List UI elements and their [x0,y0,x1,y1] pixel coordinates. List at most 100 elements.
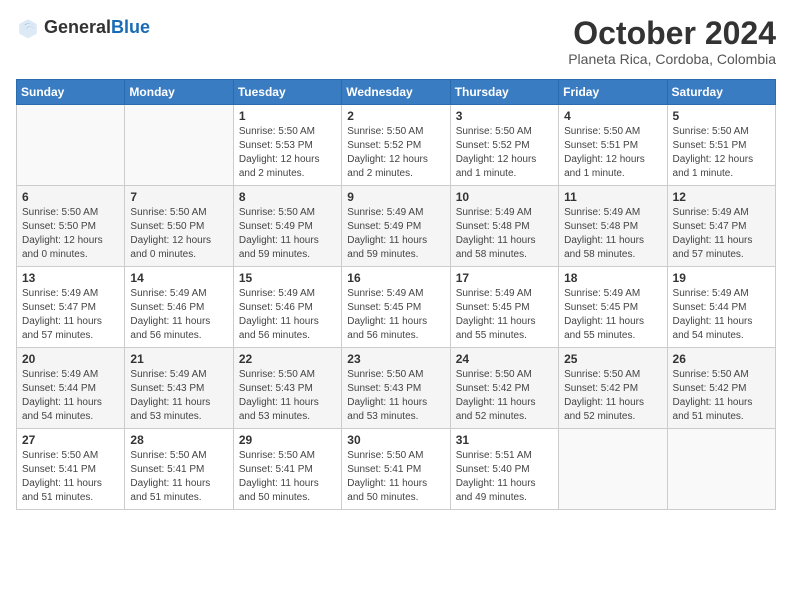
day-number: 2 [347,109,444,123]
day-number: 30 [347,433,444,447]
calendar-header: SundayMondayTuesdayWednesdayThursdayFrid… [17,80,776,105]
day-number: 27 [22,433,119,447]
day-number: 13 [22,271,119,285]
day-number: 6 [22,190,119,204]
header-cell-friday: Friday [559,80,667,105]
logo-text: General Blue [44,18,150,38]
day-info: Sunrise: 5:50 AM Sunset: 5:42 PM Dayligh… [673,368,770,424]
day-cell: 17 Sunrise: 5:49 AM Sunset: 5:45 PM Dayli… [450,267,558,348]
title-block: October 2024 Planeta Rica, Cordoba, Colo… [568,16,776,67]
day-number: 31 [456,433,553,447]
day-info: Sunrise: 5:49 AM Sunset: 5:43 PM Dayligh… [130,368,227,424]
day-info: Sunrise: 5:50 AM Sunset: 5:52 PM Dayligh… [347,125,444,181]
day-number: 23 [347,352,444,366]
day-info: Sunrise: 5:50 AM Sunset: 5:50 PM Dayligh… [130,206,227,262]
day-info: Sunrise: 5:49 AM Sunset: 5:45 PM Dayligh… [456,287,553,343]
header-cell-wednesday: Wednesday [342,80,450,105]
header-cell-thursday: Thursday [450,80,558,105]
header-cell-saturday: Saturday [667,80,775,105]
day-info: Sunrise: 5:50 AM Sunset: 5:41 PM Dayligh… [22,449,119,505]
header-cell-monday: Monday [125,80,233,105]
day-cell: 29Sunrise: 5:50 AM Sunset: 5:41 PM Dayli… [233,429,341,510]
day-cell: 24 Sunrise: 5:50 AM Sunset: 5:42 PM Dayli… [450,348,558,429]
week-row-4: 20Sunrise: 5:49 AM Sunset: 5:44 PM Dayli… [17,348,776,429]
day-info: Sunrise: 5:49 AM Sunset: 5:48 PM Dayligh… [564,206,661,262]
logo-general: General [44,18,111,38]
day-info: Sunrise: 5:49 AM Sunset: 5:49 PM Dayligh… [347,206,444,262]
header-cell-sunday: Sunday [17,80,125,105]
day-info: Sunrise: 5:50 AM Sunset: 5:41 PM Dayligh… [130,449,227,505]
day-cell: 11 Sunrise: 5:49 AM Sunset: 5:48 PM Dayli… [559,186,667,267]
header-row: SundayMondayTuesdayWednesdayThursdayFrid… [17,80,776,105]
day-info: Sunrise: 5:49 AM Sunset: 5:45 PM Dayligh… [564,287,661,343]
calendar-body: 1 Sunrise: 5:50 AM Sunset: 5:53 PM Daylig… [17,105,776,510]
day-number: 24 [456,352,553,366]
page-subtitle: Planeta Rica, Cordoba, Colombia [568,51,776,67]
day-cell: 23 Sunrise: 5:50 AM Sunset: 5:43 PM Dayli… [342,348,450,429]
week-row-2: 6 Sunrise: 5:50 AM Sunset: 5:50 PM Daylig… [17,186,776,267]
day-number: 3 [456,109,553,123]
day-info: Sunrise: 5:49 AM Sunset: 5:44 PM Dayligh… [22,368,119,424]
day-info: Sunrise: 5:50 AM Sunset: 5:52 PM Dayligh… [456,125,553,181]
day-cell: 25 Sunrise: 5:50 AM Sunset: 5:42 PM Dayli… [559,348,667,429]
day-cell: 9 Sunrise: 5:49 AM Sunset: 5:49 PM Daylig… [342,186,450,267]
day-cell: 5Sunrise: 5:50 AM Sunset: 5:51 PM Daylig… [667,105,775,186]
day-cell: 18 Sunrise: 5:49 AM Sunset: 5:45 PM Dayli… [559,267,667,348]
day-cell: 7Sunrise: 5:50 AM Sunset: 5:50 PM Daylig… [125,186,233,267]
day-cell [17,105,125,186]
day-cell: 20Sunrise: 5:49 AM Sunset: 5:44 PM Dayli… [17,348,125,429]
day-cell: 6Sunrise: 5:50 AM Sunset: 5:50 PM Daylig… [17,186,125,267]
day-number: 12 [673,190,770,204]
day-info: Sunrise: 5:49 AM Sunset: 5:48 PM Dayligh… [456,206,553,262]
logo-blue: Blue [111,18,150,38]
day-info: Sunrise: 5:50 AM Sunset: 5:41 PM Dayligh… [347,449,444,505]
day-cell: 2 Sunrise: 5:50 AM Sunset: 5:52 PM Daylig… [342,105,450,186]
day-cell [559,429,667,510]
logo: General Blue [16,16,150,40]
day-info: Sunrise: 5:49 AM Sunset: 5:46 PM Dayligh… [130,287,227,343]
day-number: 9 [347,190,444,204]
day-info: Sunrise: 5:49 AM Sunset: 5:47 PM Dayligh… [22,287,119,343]
day-info: Sunrise: 5:50 AM Sunset: 5:43 PM Dayligh… [347,368,444,424]
day-info: Sunrise: 5:49 AM Sunset: 5:47 PM Dayligh… [673,206,770,262]
calendar-table: SundayMondayTuesdayWednesdayThursdayFrid… [16,79,776,510]
day-number: 11 [564,190,661,204]
day-info: Sunrise: 5:50 AM Sunset: 5:41 PM Dayligh… [239,449,336,505]
day-cell: 1 Sunrise: 5:50 AM Sunset: 5:53 PM Daylig… [233,105,341,186]
day-cell: 21 Sunrise: 5:49 AM Sunset: 5:43 PM Dayli… [125,348,233,429]
day-cell: 31 Sunrise: 5:51 AM Sunset: 5:40 PM Dayli… [450,429,558,510]
day-cell: 27 Sunrise: 5:50 AM Sunset: 5:41 PM Dayli… [17,429,125,510]
day-info: Sunrise: 5:50 AM Sunset: 5:51 PM Dayligh… [564,125,661,181]
day-cell: 3 Sunrise: 5:50 AM Sunset: 5:52 PM Daylig… [450,105,558,186]
day-cell: 15Sunrise: 5:49 AM Sunset: 5:46 PM Dayli… [233,267,341,348]
day-number: 5 [673,109,770,123]
day-info: Sunrise: 5:49 AM Sunset: 5:46 PM Dayligh… [239,287,336,343]
day-number: 8 [239,190,336,204]
day-cell: 14 Sunrise: 5:49 AM Sunset: 5:46 PM Dayli… [125,267,233,348]
day-number: 17 [456,271,553,285]
day-info: Sunrise: 5:50 AM Sunset: 5:43 PM Dayligh… [239,368,336,424]
day-number: 25 [564,352,661,366]
day-number: 14 [130,271,227,285]
day-cell: 12 Sunrise: 5:49 AM Sunset: 5:47 PM Dayli… [667,186,775,267]
day-info: Sunrise: 5:51 AM Sunset: 5:40 PM Dayligh… [456,449,553,505]
week-row-1: 1 Sunrise: 5:50 AM Sunset: 5:53 PM Daylig… [17,105,776,186]
day-info: Sunrise: 5:50 AM Sunset: 5:42 PM Dayligh… [564,368,661,424]
day-info: Sunrise: 5:50 AM Sunset: 5:53 PM Dayligh… [239,125,336,181]
page-header: General Blue October 2024 Planeta Rica, … [16,16,776,67]
day-number: 21 [130,352,227,366]
day-cell: 19Sunrise: 5:49 AM Sunset: 5:44 PM Dayli… [667,267,775,348]
day-cell [667,429,775,510]
day-cell [125,105,233,186]
day-number: 1 [239,109,336,123]
day-number: 28 [130,433,227,447]
day-info: Sunrise: 5:50 AM Sunset: 5:42 PM Dayligh… [456,368,553,424]
day-cell: 13 Sunrise: 5:49 AM Sunset: 5:47 PM Dayli… [17,267,125,348]
day-number: 16 [347,271,444,285]
day-cell: 4Sunrise: 5:50 AM Sunset: 5:51 PM Daylig… [559,105,667,186]
day-cell: 10Sunrise: 5:49 AM Sunset: 5:48 PM Dayli… [450,186,558,267]
day-info: Sunrise: 5:49 AM Sunset: 5:45 PM Dayligh… [347,287,444,343]
day-number: 18 [564,271,661,285]
page-title: October 2024 [568,16,776,51]
week-row-5: 27 Sunrise: 5:50 AM Sunset: 5:41 PM Dayli… [17,429,776,510]
